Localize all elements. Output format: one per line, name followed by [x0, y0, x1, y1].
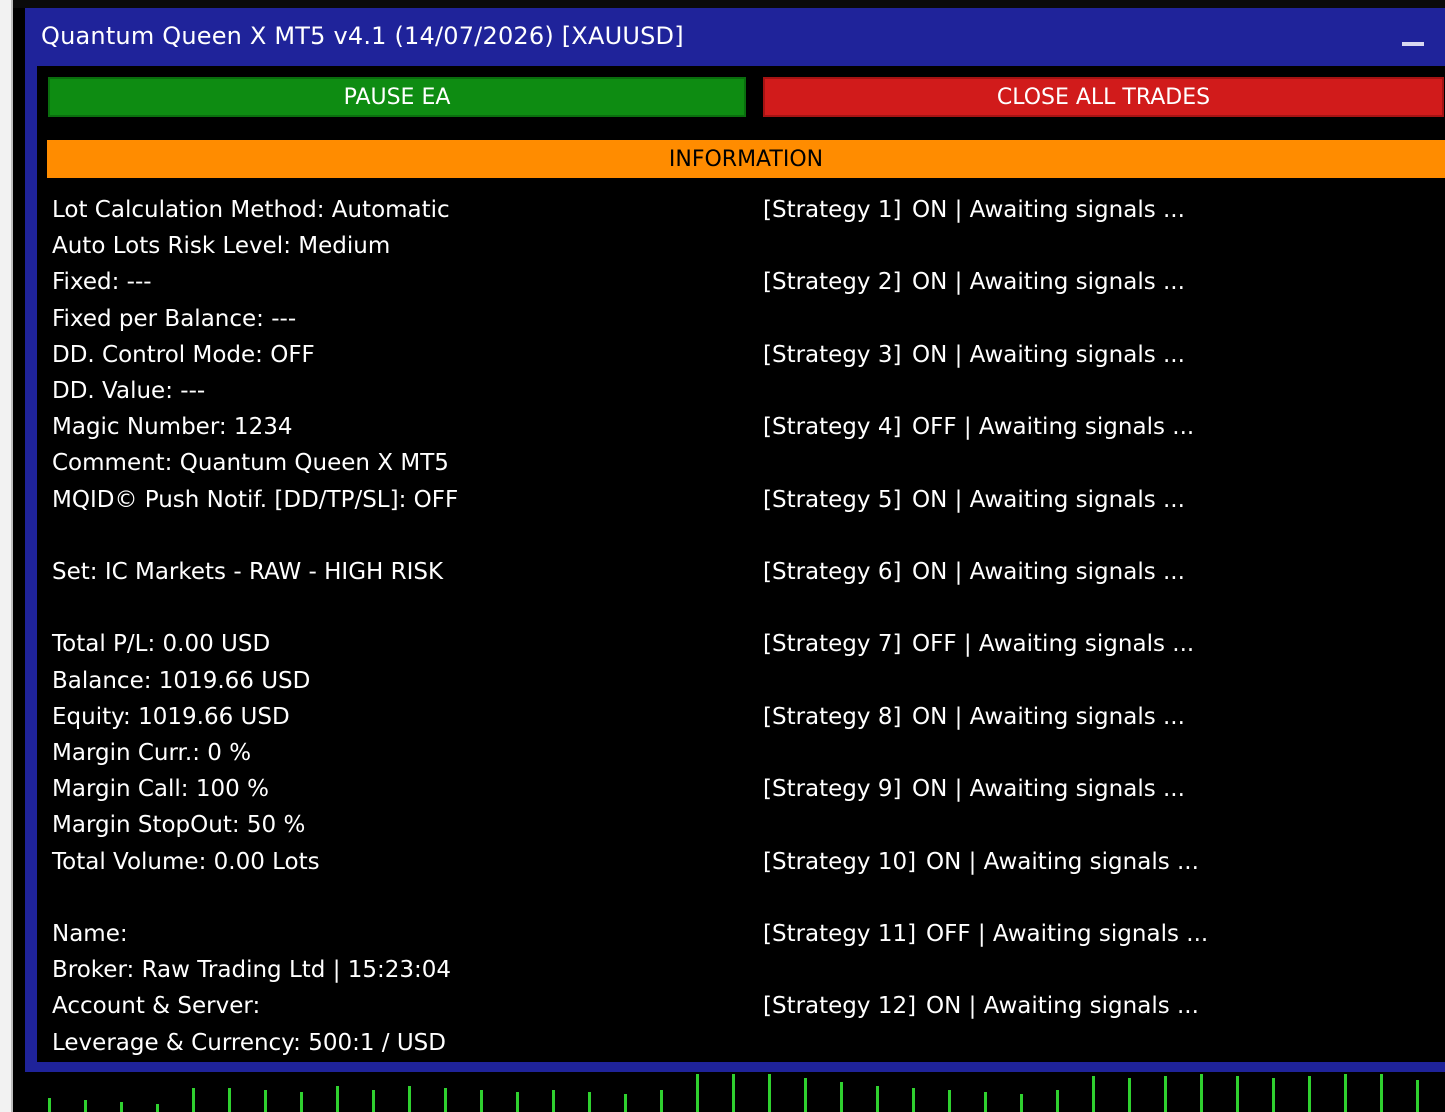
- strategy-status: OFF | Awaiting signals ...: [912, 414, 1195, 441]
- strategy-status: ON | Awaiting signals ...: [926, 993, 1199, 1020]
- volume-bar: [300, 1092, 303, 1112]
- info-line: Margin Call: 100 %: [52, 776, 269, 803]
- info-line: Margin StopOut: 50 %: [52, 812, 306, 839]
- info-line: Fixed per Balance: ---: [52, 305, 297, 332]
- volume-bar: [1344, 1074, 1347, 1112]
- volume-bar: [1128, 1078, 1131, 1112]
- volume-bar: [624, 1094, 627, 1112]
- volume-bar: [840, 1082, 843, 1112]
- volume-bar: [1164, 1076, 1167, 1112]
- info-line: Fixed: ---: [52, 269, 152, 296]
- volume-bar: [768, 1074, 771, 1112]
- volume-bar: [876, 1086, 879, 1112]
- info-line: Comment: Quantum Queen X MT5: [52, 450, 449, 477]
- volume-bar: [948, 1090, 951, 1112]
- volume-bar: [84, 1100, 87, 1112]
- volume-bar: [1200, 1074, 1203, 1112]
- strategy-label: [Strategy 12]: [763, 993, 917, 1020]
- volume-bar: [732, 1074, 735, 1112]
- info-line: DD. Value: ---: [52, 378, 206, 404]
- strategy-label: [Strategy 4]: [763, 414, 902, 441]
- strategy-status: OFF | Awaiting signals ...: [912, 631, 1195, 658]
- volume-bar: [1308, 1076, 1311, 1112]
- trading-terminal: Quantum Queen X MT5 v4.1 (14/07/2026) [X…: [0, 0, 1445, 1112]
- chart-border: [11, 0, 13, 1112]
- info-line: DD. Control Mode: OFF: [52, 341, 315, 368]
- info-line: Balance: 1019.66 USD: [52, 667, 311, 694]
- strategy-label: [Strategy 11]: [763, 921, 917, 947]
- volume-bar: [1056, 1090, 1059, 1112]
- strategy-status: ON | Awaiting signals ...: [912, 341, 1185, 368]
- chart-left-edge: [0, 0, 11, 1112]
- info-line: Broker: Raw Trading Ltd | 15:23:04: [52, 957, 452, 984]
- volume-bar: [480, 1090, 483, 1112]
- volume-bar: [444, 1088, 447, 1112]
- strategy-status: ON | Awaiting signals ...: [912, 486, 1185, 513]
- info-line: Magic Number: 1234: [52, 414, 293, 441]
- volume-bar: [1020, 1094, 1023, 1112]
- strategy-status: ON | Awaiting signals ...: [912, 269, 1185, 296]
- info-line: Leverage & Currency: 500:1 / USD: [52, 1029, 446, 1056]
- volume-bar: [552, 1090, 555, 1112]
- volume-bar: [156, 1104, 159, 1112]
- volume-bar: [408, 1086, 411, 1112]
- strategy-label: [Strategy 1]: [763, 197, 902, 223]
- volume-bar: [48, 1098, 51, 1112]
- volume-bar: [660, 1090, 663, 1112]
- strategy-label: [Strategy 8]: [763, 703, 902, 730]
- volume-bar: [984, 1092, 987, 1112]
- volume-bar: [696, 1074, 699, 1112]
- strategy-label: [Strategy 2]: [763, 269, 902, 296]
- volume-bar: [912, 1088, 915, 1112]
- info-line: Auto Lots Risk Level: Medium: [52, 233, 391, 260]
- info-line: Set: IC Markets - RAW - HIGH RISK: [52, 559, 444, 585]
- volume-bar: [804, 1078, 807, 1112]
- ea-panel-window: Quantum Queen X MT5 v4.1 (14/07/2026) [X…: [25, 8, 1445, 1072]
- minimize-button[interactable]: [1399, 26, 1429, 52]
- info-line: Total P/L: 0.00 USD: [52, 631, 271, 658]
- volume-bar: [336, 1086, 339, 1112]
- panel-content: PAUSE EA CLOSE ALL TRADES INFORMATION Lo…: [37, 66, 1445, 1062]
- strategy-status: OFF | Awaiting signals ...: [926, 921, 1209, 947]
- volume-bar: [120, 1102, 123, 1112]
- strategy-label: [Strategy 3]: [763, 341, 902, 368]
- info-line: Lot Calculation Method: Automatic: [52, 197, 450, 223]
- close-all-trades-button[interactable]: CLOSE ALL TRADES: [762, 76, 1445, 118]
- info-line: Margin Curr.: 0 %: [52, 740, 252, 766]
- strategy-status: ON | Awaiting signals ...: [912, 559, 1185, 585]
- volume-bar: [1092, 1076, 1095, 1112]
- panel-title: Quantum Queen X MT5 v4.1 (14/07/2026) [X…: [41, 22, 684, 50]
- strategy-label: [Strategy 5]: [763, 486, 902, 513]
- volume-bar: [1272, 1078, 1275, 1112]
- volume-bar: [264, 1090, 267, 1112]
- panel-titlebar[interactable]: Quantum Queen X MT5 v4.1 (14/07/2026) [X…: [25, 8, 1445, 66]
- info-line: Account & Server:: [52, 993, 261, 1020]
- info-line: Equity: 1019.66 USD: [52, 703, 290, 730]
- volume-bar: [228, 1088, 231, 1112]
- info-line: MQID© Push Notif. [DD/TP/SL]: OFF: [52, 486, 459, 513]
- minimize-icon: [1402, 42, 1424, 46]
- strategy-label: [Strategy 7]: [763, 631, 902, 658]
- strategy-status: ON | Awaiting signals ...: [912, 703, 1185, 730]
- volume-bar: [1236, 1076, 1239, 1112]
- strategy-label: [Strategy 9]: [763, 776, 902, 803]
- volume-bar: [1380, 1074, 1383, 1112]
- volume-bar: [372, 1090, 375, 1112]
- strategy-status: ON | Awaiting signals ...: [912, 776, 1185, 803]
- pause-ea-button[interactable]: PAUSE EA: [47, 76, 747, 118]
- volume-bar: [516, 1092, 519, 1112]
- strategy-label: [Strategy 6]: [763, 559, 902, 585]
- info-line: Name:: [52, 921, 128, 947]
- chart-top-strip: [13, 0, 1445, 8]
- strategy-status: ON | Awaiting signals ...: [912, 197, 1185, 223]
- info-line: Total Volume: 0.00 Lots: [52, 848, 320, 875]
- volume-bar: [588, 1092, 591, 1112]
- strategy-label: [Strategy 10]: [763, 848, 917, 875]
- volume-bar: [192, 1088, 195, 1112]
- volume-bar: [1416, 1080, 1419, 1112]
- information-header: INFORMATION: [47, 140, 1445, 178]
- strategy-status: ON | Awaiting signals ...: [926, 848, 1199, 875]
